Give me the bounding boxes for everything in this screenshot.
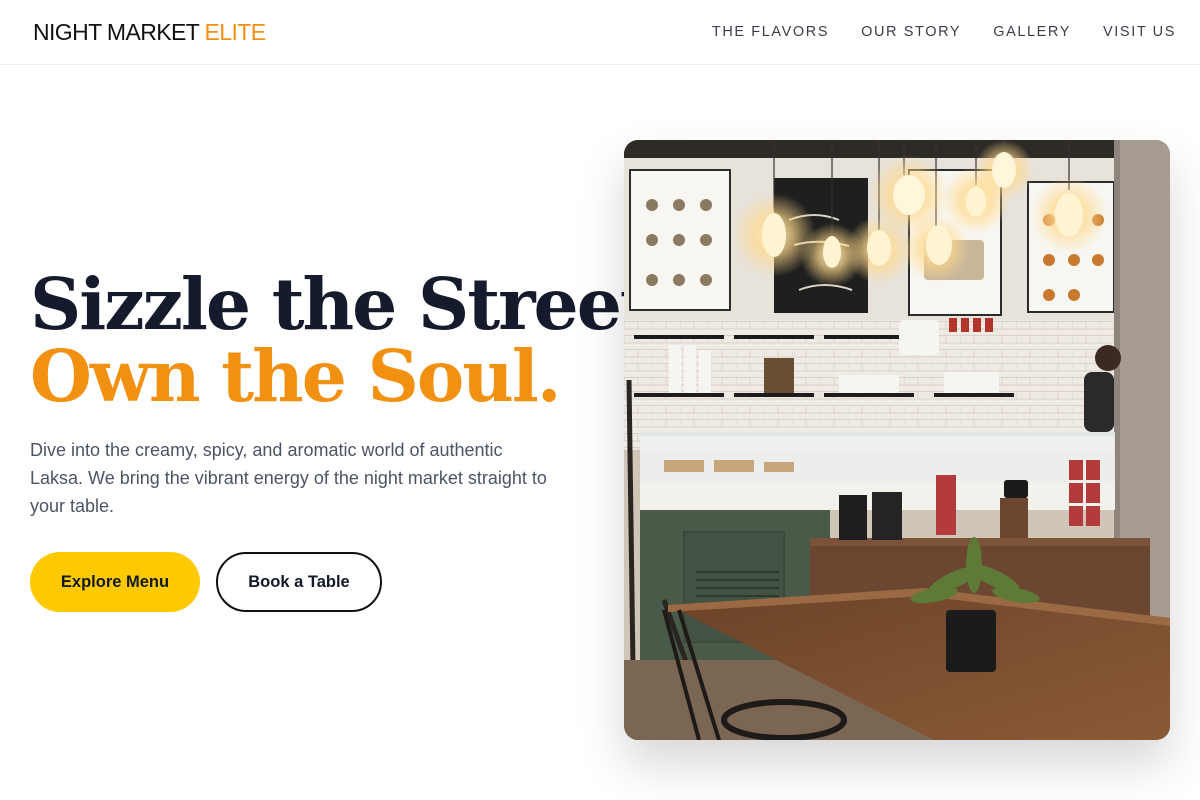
book-table-button[interactable]: Book a Table [216, 552, 382, 612]
nav-item-gallery[interactable]: GALLERY [993, 21, 1071, 43]
site-header: NIGHT MARKET ELITE THE FLAVORS OUR STORY… [0, 0, 1200, 65]
nav-item-our-story[interactable]: OUR STORY [861, 21, 961, 43]
hero-headline-line2: Own the Soul. [30, 334, 562, 418]
brand-name-main: NIGHT MARKET [33, 19, 205, 45]
hero-headline: Sizzle the Street, Own the Soul. [30, 262, 675, 418]
nav-item-visit-us[interactable]: VISIT US [1103, 21, 1176, 43]
cafe-interior-photo [624, 140, 1170, 740]
hero-headline-line1: Sizzle the Street, [30, 262, 675, 346]
brand-logo[interactable]: NIGHT MARKET ELITE [33, 17, 267, 47]
main-nav: THE FLAVORS OUR STORY GALLERY VISIT US [712, 21, 1176, 43]
nav-item-flavors[interactable]: THE FLAVORS [712, 21, 829, 43]
brand-name-accent: ELITE [204, 19, 267, 45]
hero-description: Dive into the creamy, spicy, and aromati… [30, 440, 547, 516]
explore-menu-button[interactable]: Explore Menu [30, 552, 200, 612]
